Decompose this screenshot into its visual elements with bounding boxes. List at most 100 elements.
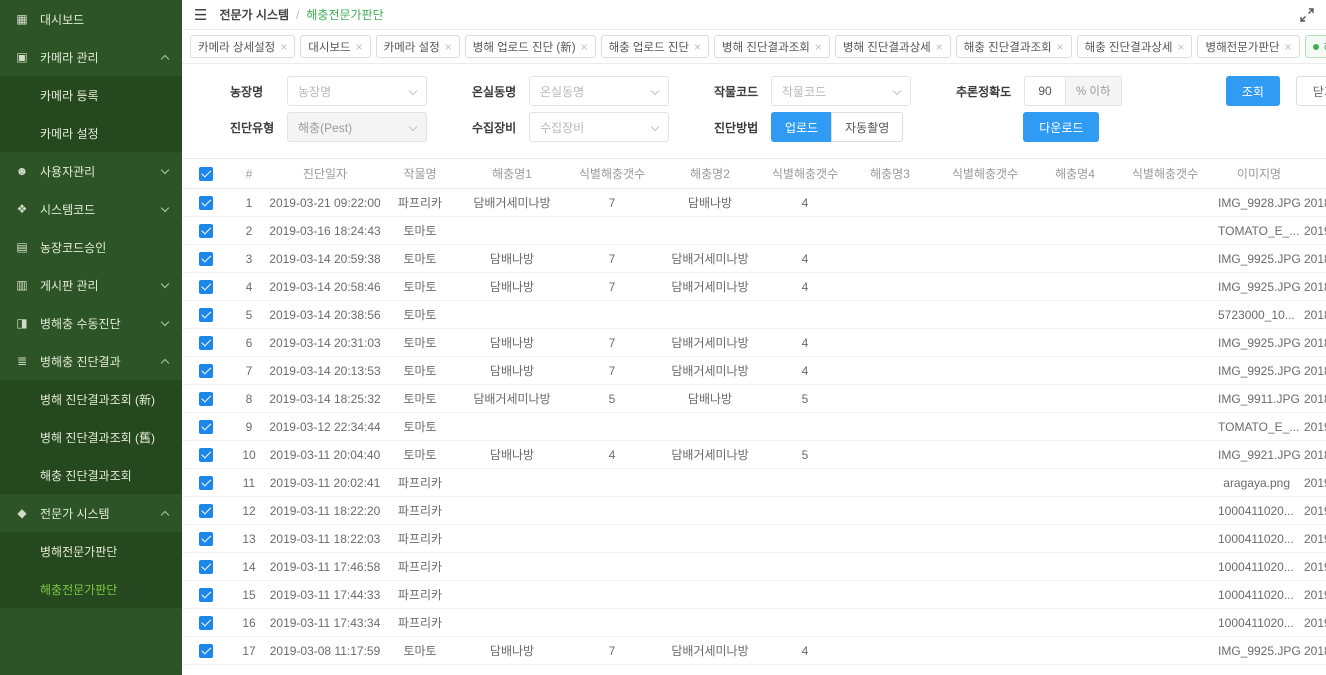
- close-icon[interactable]: ×: [356, 41, 363, 53]
- table-row[interactable]: 15 2019-03-11 17:44:33 파프리카 1000411020: [182, 581, 1326, 609]
- row-checkbox[interactable]: [199, 644, 213, 658]
- close-icon[interactable]: ×: [815, 41, 822, 53]
- close-icon[interactable]: ×: [694, 41, 701, 53]
- sidebar-item-expert-system[interactable]: ◆ 전문가 시스템: [0, 494, 182, 532]
- close-icon[interactable]: ×: [936, 41, 943, 53]
- chevron-down-icon: [409, 123, 417, 131]
- table-row[interactable]: 14 2019-03-11 17:46:58 파프리카 1000411020: [182, 553, 1326, 581]
- table-row[interactable]: 2 2019-03-16 18:24:43 토마토 TOMATO_E_...: [182, 217, 1326, 245]
- cell-count4: [1112, 441, 1218, 469]
- close-icon[interactable]: ×: [280, 41, 287, 53]
- crop-code-select[interactable]: 작물코드: [771, 76, 911, 106]
- select-all-checkbox[interactable]: [199, 167, 213, 181]
- row-checkbox[interactable]: [199, 336, 213, 350]
- diagnosis-type-select[interactable]: 해충(Pest): [287, 112, 427, 142]
- method-auto-capture-button[interactable]: 자동촬영: [831, 112, 903, 142]
- farm-name-select[interactable]: 농장명: [287, 76, 427, 106]
- close-button[interactable]: 닫기: [1296, 76, 1326, 106]
- close-icon[interactable]: ×: [581, 41, 588, 53]
- sidebar-item-dashboard[interactable]: ▦ 대시보드: [0, 0, 182, 38]
- sidebar-item-pest-expert-judgment[interactable]: 해충전문가판단: [0, 570, 182, 608]
- sidebar-item-disease-result-inquiry-new[interactable]: 병해 진단결과조회 (新): [0, 380, 182, 418]
- row-checkbox[interactable]: [199, 196, 213, 210]
- cell-crop: 파프리카: [382, 525, 458, 553]
- row-checkbox[interactable]: [199, 224, 213, 238]
- sidebar-item-disease-result-inquiry-old[interactable]: 병해 진단결과조회 (舊): [0, 418, 182, 456]
- tab-dashboard[interactable]: 대시보드 ×: [300, 35, 370, 58]
- close-icon[interactable]: ×: [1057, 41, 1064, 53]
- table-row[interactable]: 12 2019-03-11 18:22:20 파프리카 1000411020: [182, 497, 1326, 525]
- fullscreen-icon[interactable]: [1300, 8, 1314, 22]
- tab-camera-settings[interactable]: 카메라 설정 ×: [376, 35, 460, 58]
- row-checkbox[interactable]: [199, 392, 213, 406]
- sidebar-item-pest-diagnosis-results[interactable]: ≣ 병해충 진단결과: [0, 342, 182, 380]
- tab-pest-upload-diagnosis[interactable]: 해충 업로드 진단 ×: [601, 35, 709, 58]
- cell-no: 3: [230, 245, 268, 273]
- row-checkbox[interactable]: [199, 588, 213, 602]
- table-row[interactable]: 16 2019-03-11 17:43:34 파프리카 1000411020: [182, 609, 1326, 637]
- search-button[interactable]: 조회: [1226, 76, 1280, 106]
- row-checkbox[interactable]: [199, 616, 213, 630]
- method-upload-button[interactable]: 업로드: [771, 112, 831, 142]
- row-checkbox[interactable]: [199, 560, 213, 574]
- close-icon[interactable]: ×: [1177, 41, 1184, 53]
- table-row[interactable]: 17 2019-03-08 11:17:59 토마토 담배나방 7 담배거세미나…: [182, 637, 1326, 665]
- table-row[interactable]: 6 2019-03-14 20:31:03 토마토 담배나방 7 담배거세미나방…: [182, 329, 1326, 357]
- cell-count1: [566, 469, 658, 497]
- hamburger-menu-icon[interactable]: ☰: [194, 6, 207, 24]
- close-icon[interactable]: ×: [1285, 41, 1292, 53]
- breadcrumb-parent[interactable]: 전문가 시스템: [219, 6, 289, 23]
- tab-disease-expert-judgment[interactable]: 병해전문가판단 ×: [1197, 35, 1299, 58]
- sidebar-item-camera-settings[interactable]: 카메라 설정: [0, 114, 182, 152]
- table-row[interactable]: 7 2019-03-14 20:13:53 토마토 담배나방 7 담배거세미나방…: [182, 357, 1326, 385]
- tab-pest-result-inquiry[interactable]: 해충 진단결과조회 ×: [956, 35, 1072, 58]
- accuracy-input[interactable]: [1024, 76, 1066, 106]
- cell-no: 8: [230, 385, 268, 413]
- cell-pest3: [848, 357, 932, 385]
- table-row[interactable]: 10 2019-03-11 20:04:40 토마토 담배나방 4 담배거세미나…: [182, 441, 1326, 469]
- table-row[interactable]: 9 2019-03-12 22:34:44 토마토 TOMATO_E_...: [182, 413, 1326, 441]
- sidebar-item-disease-expert-judgment[interactable]: 병해전문가판단: [0, 532, 182, 570]
- cell-pest4: [1038, 581, 1112, 609]
- tab-disease-upload-diagnosis-new[interactable]: 병해 업로드 진단 (新) ×: [465, 35, 596, 58]
- row-checkbox[interactable]: [199, 420, 213, 434]
- row-checkbox[interactable]: [199, 364, 213, 378]
- tab-pest-expert-judgment[interactable]: 해충전문가판단 ×: [1305, 35, 1326, 58]
- tab-camera-detail-settings[interactable]: 카메라 상세설정 ×: [190, 35, 295, 58]
- sidebar-item-camera-register[interactable]: 카메라 등록: [0, 76, 182, 114]
- device-select[interactable]: 수집장비: [529, 112, 669, 142]
- sidebar-item-pest-result-inquiry[interactable]: 해충 진단결과조회: [0, 456, 182, 494]
- table-row[interactable]: 13 2019-03-11 18:22:03 파프리카 1000411020: [182, 525, 1326, 553]
- sidebar-item-camera-management[interactable]: ▣ 카메라 관리: [0, 38, 182, 76]
- cell-image: 1000411020...: [1218, 581, 1300, 609]
- table-row[interactable]: 11 2019-03-11 20:02:41 파프리카 aragaya.pn: [182, 469, 1326, 497]
- table-row[interactable]: 5 2019-03-14 20:38:56 토마토 5723000_10..: [182, 301, 1326, 329]
- sidebar-item-user-management[interactable]: ☻ 사용자관리: [0, 152, 182, 190]
- tab-pest-result-detail[interactable]: 해충 진단결과상세 ×: [1077, 35, 1193, 58]
- row-checkbox[interactable]: [199, 476, 213, 490]
- cell-count4: [1112, 581, 1218, 609]
- table-row[interactable]: 3 2019-03-14 20:59:38 토마토 담배나방 7 담배거세미나방…: [182, 245, 1326, 273]
- cell-pest1: [458, 609, 566, 637]
- table-row[interactable]: 4 2019-03-14 20:58:46 토마토 담배나방 7 담배거세미나방…: [182, 273, 1326, 301]
- row-checkbox[interactable]: [199, 504, 213, 518]
- sidebar-item-system-code[interactable]: ❖ 시스템코드: [0, 190, 182, 228]
- row-checkbox[interactable]: [199, 252, 213, 266]
- row-checkbox[interactable]: [199, 308, 213, 322]
- table-row[interactable]: 8 2019-03-14 18:25:32 토마토 담배거세미나방 5 담배나방…: [182, 385, 1326, 413]
- row-checkbox[interactable]: [199, 280, 213, 294]
- close-icon[interactable]: ×: [445, 41, 452, 53]
- sidebar-item-label: 사용자관리: [40, 163, 95, 180]
- app-window: ▦ 대시보드 ▣ 카메라 관리 카메라 등록 카메라 설정: [0, 0, 1326, 675]
- cell-no: 16: [230, 609, 268, 637]
- tab-disease-result-detail[interactable]: 병해 진단결과상세 ×: [835, 35, 951, 58]
- sidebar-item-board-management[interactable]: ▥ 게시판 관리: [0, 266, 182, 304]
- table-row[interactable]: 1 2019-03-21 09:22:00 파프리카 담배거세미나방 7 담배나…: [182, 189, 1326, 217]
- row-checkbox[interactable]: [199, 448, 213, 462]
- greenhouse-select[interactable]: 온실동명: [529, 76, 669, 106]
- download-button[interactable]: 다운로드: [1023, 112, 1099, 142]
- tab-disease-result-inquiry[interactable]: 병해 진단결과조회 ×: [714, 35, 830, 58]
- row-checkbox[interactable]: [199, 532, 213, 546]
- sidebar-item-pest-manual-diagnosis[interactable]: ◨ 병해충 수동진단: [0, 304, 182, 342]
- sidebar-item-farm-code-approval[interactable]: ▤ 농장코드승인: [0, 228, 182, 266]
